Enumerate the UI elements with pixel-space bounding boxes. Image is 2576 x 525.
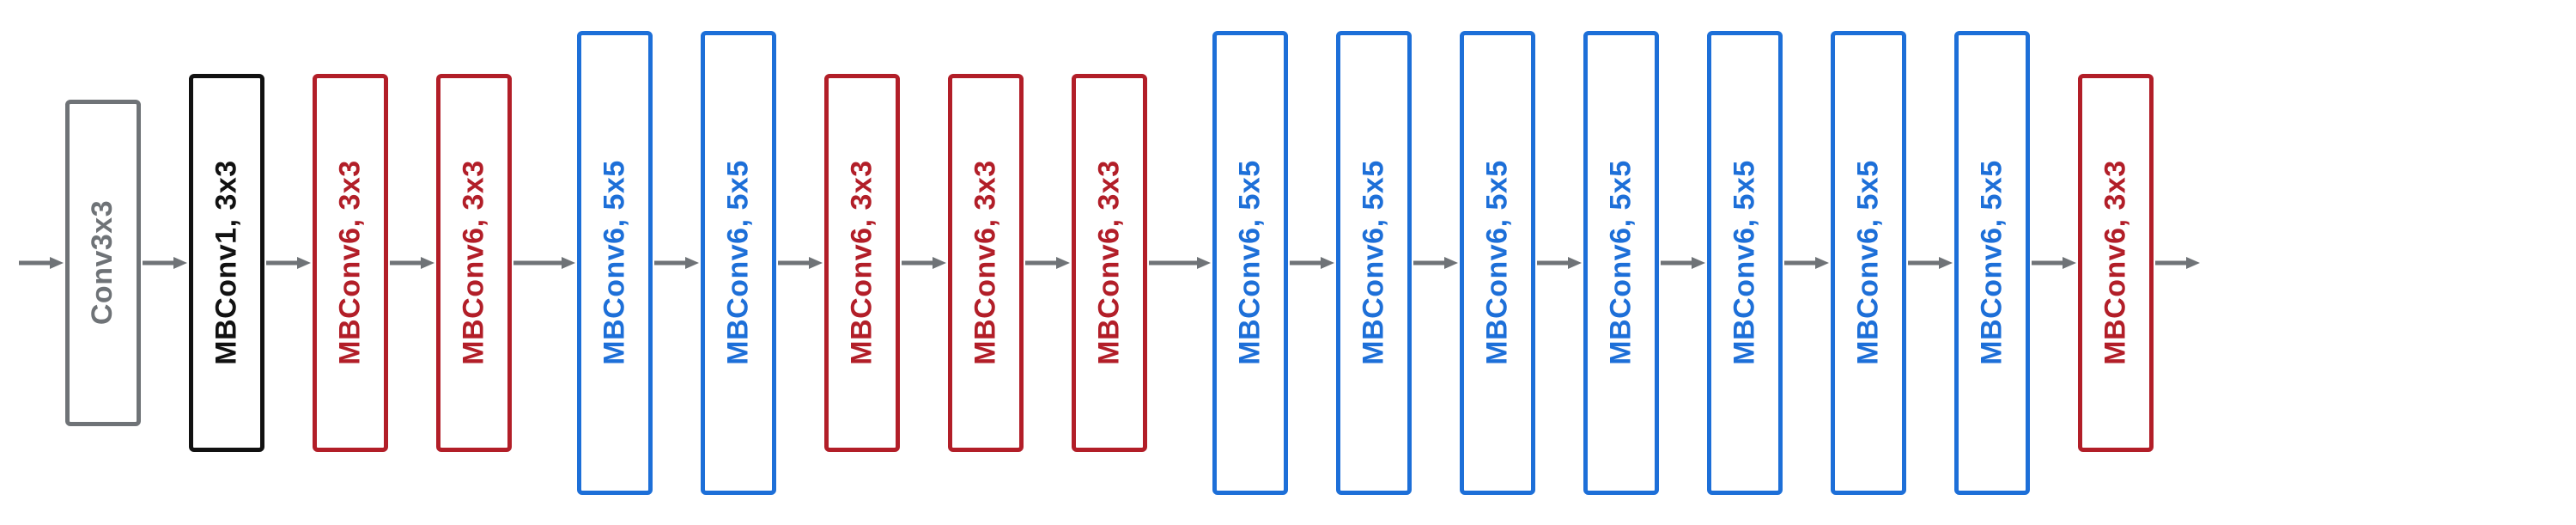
layer-label: MBConv6, 5x5 xyxy=(598,160,632,364)
flow-arrow-icon xyxy=(900,254,948,272)
layer-block: MBConv6, 3x3 xyxy=(436,74,512,452)
layer-block: MBConv6, 5x5 xyxy=(1831,31,1906,495)
layer-block: MBConv6, 5x5 xyxy=(1583,31,1659,495)
layer-label: MBConv6, 3x3 xyxy=(458,160,491,364)
flow-arrow-icon xyxy=(1412,254,1460,272)
layer-label: MBConv6, 3x3 xyxy=(2099,160,2133,364)
layer-block: MBConv6, 3x3 xyxy=(1072,74,1147,452)
flow-arrow-icon xyxy=(264,254,313,272)
layer-label: MBConv6, 3x3 xyxy=(969,160,1003,364)
layer-block: Conv3x3 xyxy=(65,100,141,426)
flow-arrow-icon xyxy=(388,254,436,272)
layer-label: MBConv6, 5x5 xyxy=(1481,160,1515,364)
layer-label: MBConv6, 3x3 xyxy=(1093,160,1127,364)
flow-arrow-icon xyxy=(1535,254,1583,272)
layer-label: MBConv6, 3x3 xyxy=(846,160,879,364)
flow-arrow-icon xyxy=(1906,254,1954,272)
layer-label: Conv3x3 xyxy=(87,200,120,325)
flow-arrow-icon xyxy=(2030,254,2078,272)
layer-label: MBConv6, 5x5 xyxy=(1728,160,1762,364)
flow-arrow-icon xyxy=(1147,254,1212,272)
architecture-row: Conv3x3 MBConv1, 3x3 MBConv6, 3x3 MBConv6, … xyxy=(0,0,2576,525)
layer-block: MBConv6, 3x3 xyxy=(948,74,1024,452)
flow-arrow-icon xyxy=(1659,254,1707,272)
layer-block: MBConv6, 5x5 xyxy=(1707,31,1783,495)
flow-arrow-icon xyxy=(1783,254,1831,272)
layer-block: MBConv6, 5x5 xyxy=(1336,31,1412,495)
layer-block: MBConv6, 3x3 xyxy=(313,74,388,452)
flow-arrow-icon xyxy=(1024,254,1072,272)
layer-block: MBConv6, 3x3 xyxy=(824,74,900,452)
layer-label: MBConv1, 3x3 xyxy=(210,160,244,364)
layer-block: MBConv6, 5x5 xyxy=(1460,31,1535,495)
layer-block: MBConv6, 3x3 xyxy=(2078,74,2154,452)
flow-arrow-icon xyxy=(512,254,577,272)
flow-arrow-icon xyxy=(1288,254,1336,272)
flow-arrow-icon xyxy=(653,254,701,272)
layer-block: MBConv1, 3x3 xyxy=(189,74,264,452)
layer-block: MBConv6, 5x5 xyxy=(701,31,776,495)
layer-label: MBConv6, 5x5 xyxy=(1976,160,2009,364)
layer-label: MBConv6, 5x5 xyxy=(1358,160,1391,364)
flow-arrow-icon xyxy=(17,254,65,272)
layer-label: MBConv6, 5x5 xyxy=(722,160,756,364)
flow-arrow-icon xyxy=(2154,254,2202,272)
flow-arrow-icon xyxy=(141,254,189,272)
layer-block: MBConv6, 5x5 xyxy=(577,31,653,495)
layer-label: MBConv6, 3x3 xyxy=(334,160,368,364)
layer-block: MBConv6, 5x5 xyxy=(1212,31,1288,495)
layer-label: MBConv6, 5x5 xyxy=(1605,160,1638,364)
flow-arrow-icon xyxy=(776,254,824,272)
layer-label: MBConv6, 5x5 xyxy=(1234,160,1267,364)
layer-label: MBConv6, 5x5 xyxy=(1852,160,1886,364)
layer-block: MBConv6, 5x5 xyxy=(1954,31,2030,495)
